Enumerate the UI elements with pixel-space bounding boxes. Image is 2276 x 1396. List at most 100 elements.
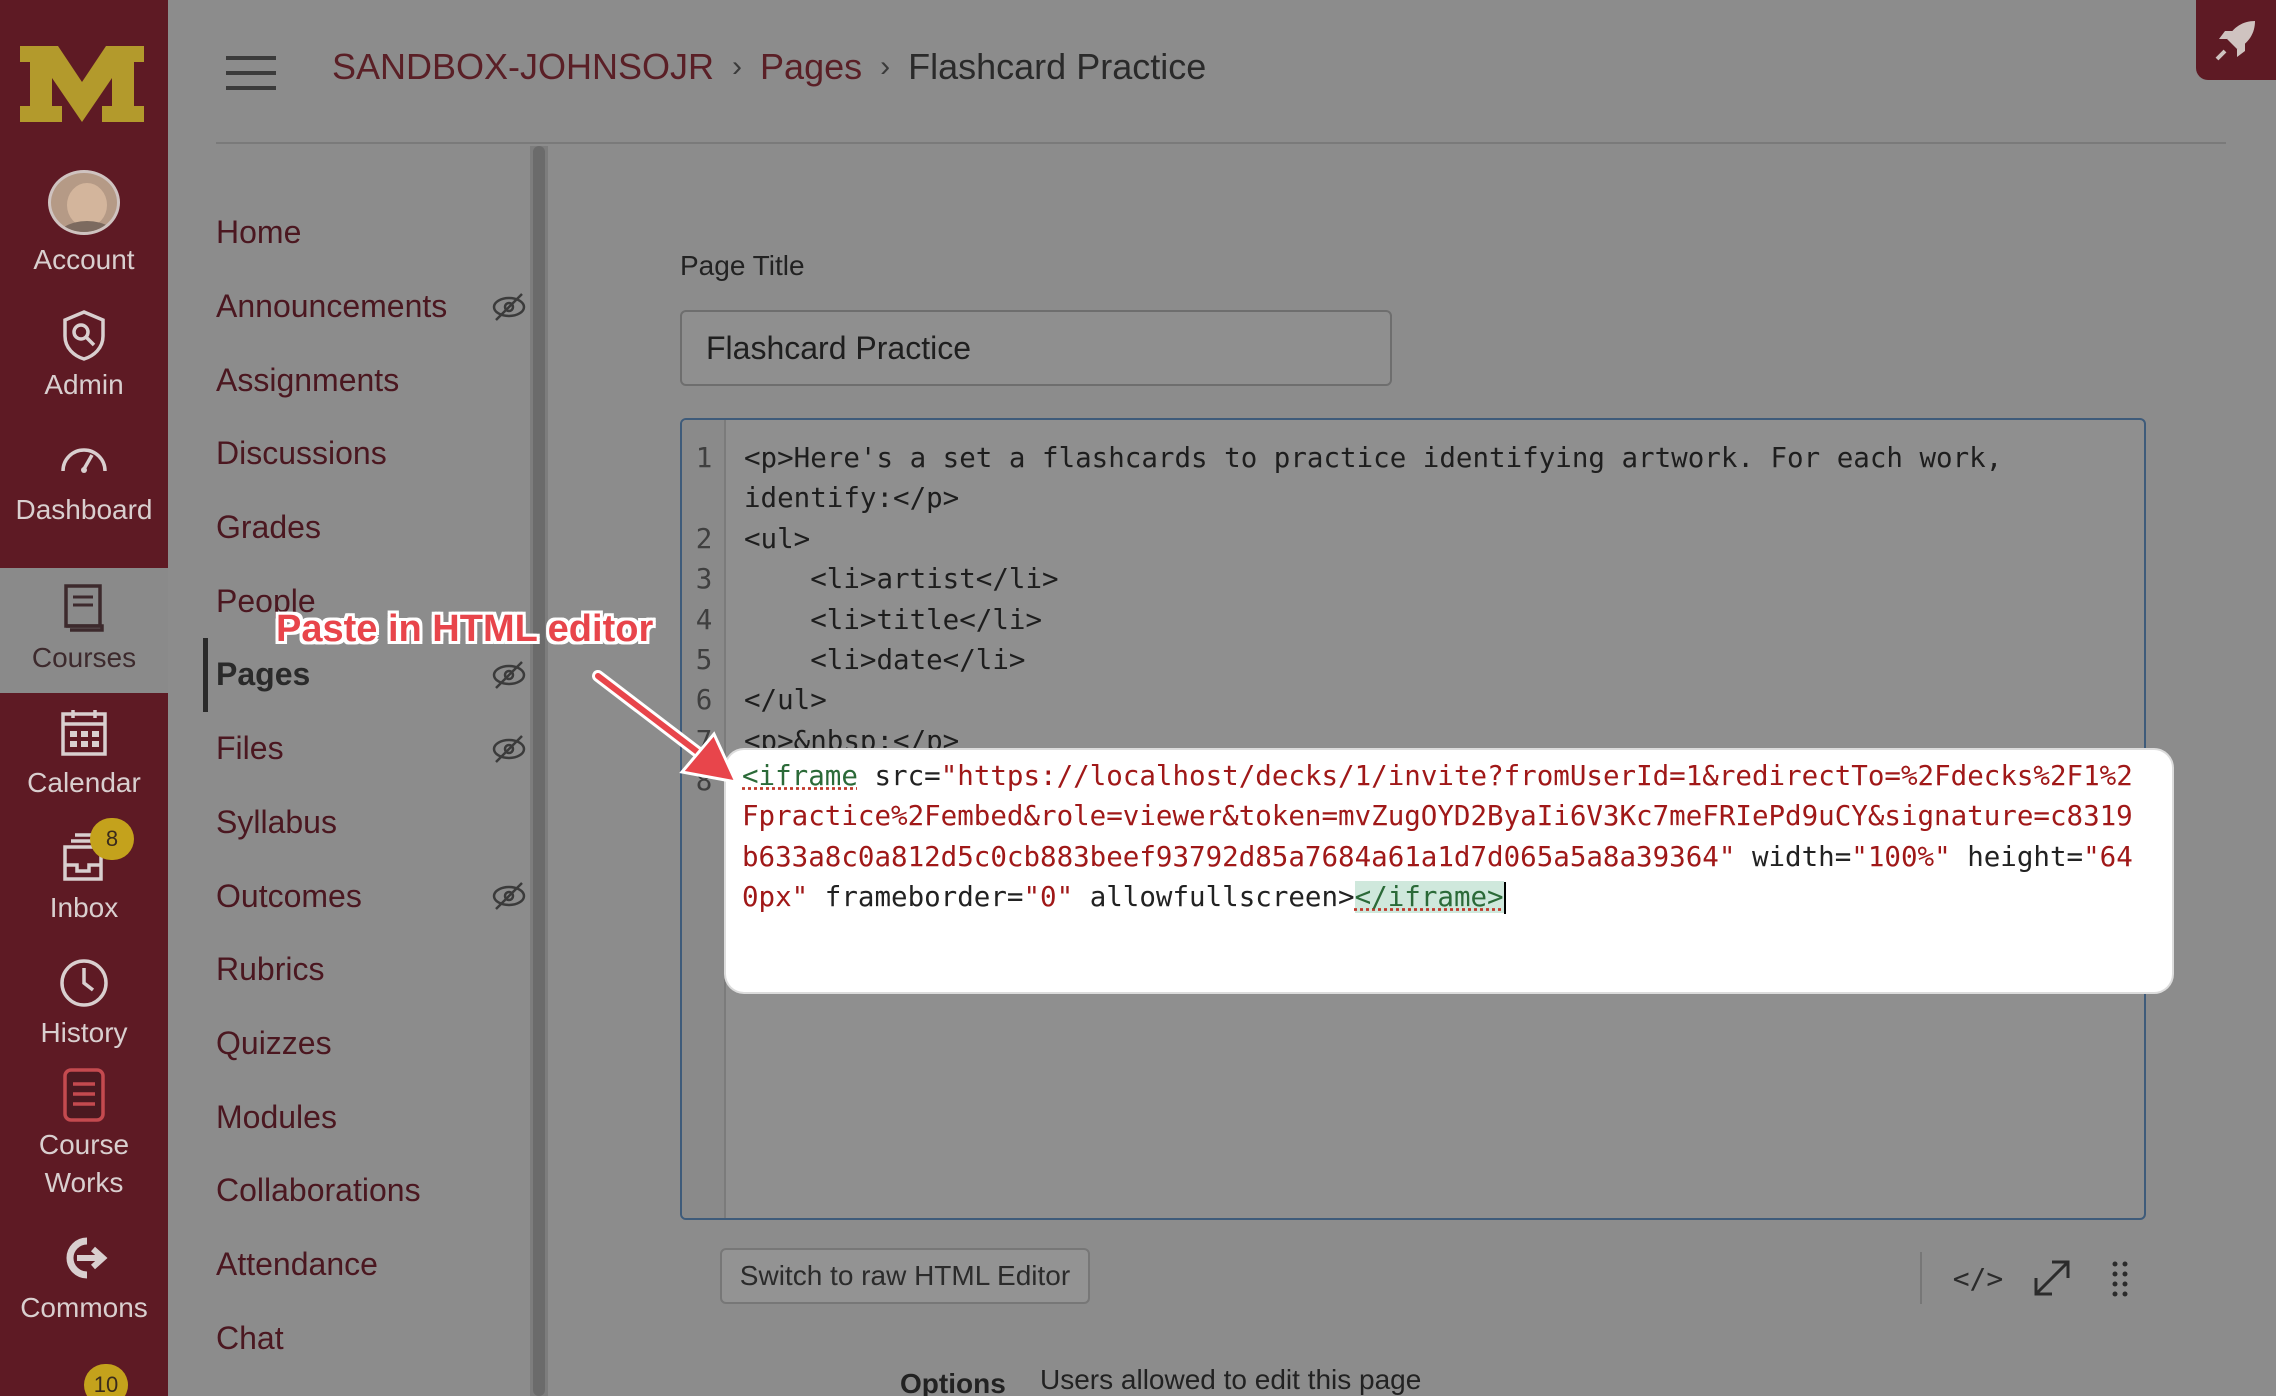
code-text: identify:</p> bbox=[744, 482, 960, 515]
global-nav-label: Account bbox=[33, 244, 135, 275]
calendar-icon bbox=[61, 710, 107, 756]
code-content[interactable]: 1 <p>Here's a set a flashcards to practic… bbox=[696, 438, 2134, 797]
code-text: <ul> bbox=[744, 522, 811, 555]
code-line: 4 <li>title</li> bbox=[696, 600, 2134, 640]
code-view-toggle-icon[interactable]: </> bbox=[1948, 1252, 2008, 1304]
course-nav-label: Outcomes bbox=[216, 877, 362, 914]
iframe-frameborder-value: "0" bbox=[1023, 881, 1074, 914]
code-text: <li>date</li> bbox=[744, 644, 1026, 677]
annotation-arrow-icon bbox=[592, 670, 739, 785]
toolbar-divider bbox=[1920, 1252, 1922, 1304]
global-nav-courseworks[interactable]: Course Works bbox=[0, 1068, 168, 1218]
global-nav-label: Inbox bbox=[49, 892, 119, 923]
global-nav-dashboard[interactable]: Dashboard bbox=[0, 420, 168, 545]
hidden-eye-icon bbox=[492, 734, 526, 763]
course-nav-rubrics[interactable]: Rubrics bbox=[216, 933, 526, 1007]
iframe-height-attr: height= bbox=[1950, 840, 2084, 873]
course-nav-label: Files bbox=[216, 730, 284, 767]
resize-handle-icon[interactable] bbox=[2100, 1252, 2140, 1304]
course-nav-outcomes[interactable]: Outcomes bbox=[216, 859, 526, 933]
code-text: <p>Here's a set a flashcards to practice… bbox=[744, 442, 2003, 474]
courses-icon bbox=[64, 584, 104, 632]
global-nav-inbox[interactable]: Inbox 8 bbox=[0, 818, 168, 943]
global-nav-label: Course Works bbox=[38, 1129, 130, 1198]
hamburger-menu-icon[interactable] bbox=[226, 56, 276, 90]
bottom-badge: 10 bbox=[84, 1364, 128, 1396]
switch-raw-html-editor-button[interactable]: Switch to raw HTML Editor bbox=[720, 1248, 1090, 1304]
course-nav-label: Modules bbox=[216, 1098, 337, 1135]
course-nav-label: Announcements bbox=[216, 288, 448, 325]
global-nav-account[interactable]: Account bbox=[0, 170, 168, 295]
global-nav-label: Dashboard bbox=[15, 494, 153, 525]
hidden-eye-icon bbox=[492, 661, 526, 690]
course-nav-label: Rubrics bbox=[216, 951, 325, 988]
iframe-allowfullscreen-attr: allowfullscreen> bbox=[1073, 881, 1355, 914]
course-nav-chat[interactable]: Chat bbox=[216, 1301, 526, 1375]
global-nav: Account Admin Dashboard Courses Calendar… bbox=[0, 0, 168, 1396]
university-logo[interactable] bbox=[14, 38, 150, 130]
rocket-icon[interactable] bbox=[2196, 0, 2276, 80]
code-text: </ul> bbox=[744, 684, 827, 717]
global-nav-label: Commons bbox=[20, 1292, 148, 1323]
course-nav-assignments[interactable]: Assignments bbox=[216, 343, 526, 417]
course-nav-quizzes[interactable]: Quizzes bbox=[216, 1007, 526, 1081]
course-nav-scrollbar[interactable] bbox=[530, 146, 548, 1396]
course-nav-label: Syllabus bbox=[216, 803, 337, 840]
fullscreen-icon[interactable] bbox=[2026, 1252, 2078, 1304]
code-line: 5 <li>date</li> bbox=[696, 640, 2134, 680]
scrollbar-thumb[interactable] bbox=[533, 146, 545, 1396]
commons-icon bbox=[66, 1237, 108, 1279]
global-nav-history[interactable]: History bbox=[0, 943, 168, 1068]
course-nav-label: Quizzes bbox=[216, 1024, 332, 1061]
course-nav-discussions[interactable]: Discussions bbox=[216, 417, 526, 491]
pasted-iframe-code[interactable]: <iframe src="https://localhost/decks/1/i… bbox=[742, 756, 2142, 918]
line-number: 3 bbox=[695, 563, 713, 596]
breadcrumb: SANDBOX-JOHNSOJR › Pages › Flashcard Pra… bbox=[332, 46, 1206, 88]
global-nav-label: Calendar bbox=[27, 767, 141, 798]
course-nav-announcements[interactable]: Announcements bbox=[216, 270, 526, 344]
clock-icon bbox=[60, 959, 108, 1007]
global-nav-calendar[interactable]: Calendar bbox=[0, 693, 168, 818]
page-header: SANDBOX-JOHNSOJR › Pages › Flashcard Pra… bbox=[216, 0, 2226, 144]
text-cursor bbox=[1503, 882, 1506, 915]
hidden-eye-icon bbox=[492, 292, 526, 321]
course-nav-label: Collaborations bbox=[216, 1172, 421, 1209]
iframe-src-attr: src= bbox=[857, 760, 941, 792]
course-nav-modules[interactable]: Modules bbox=[216, 1080, 526, 1154]
iframe-width-value: "100%" bbox=[1851, 840, 1951, 873]
global-nav-commons[interactable]: Commons bbox=[0, 1218, 168, 1343]
course-nav-grades[interactable]: Grades bbox=[216, 491, 526, 565]
course-nav-label: Assignments bbox=[216, 361, 400, 398]
dashboard-icon bbox=[61, 448, 107, 473]
course-nav-home[interactable]: Home bbox=[216, 196, 526, 270]
breadcrumb-course[interactable]: SANDBOX-JOHNSOJR bbox=[332, 46, 714, 88]
course-nav-attendance[interactable]: Attendance bbox=[216, 1228, 526, 1302]
code-line: identify:</p> bbox=[744, 478, 2134, 518]
code-line: 3 <li>artist</li> bbox=[696, 559, 2134, 599]
line-number: 4 bbox=[695, 603, 713, 636]
course-nav-files[interactable]: Files bbox=[216, 712, 526, 786]
course-nav-label: Discussions bbox=[216, 435, 387, 472]
course-nav-label: Grades bbox=[216, 509, 321, 546]
options-label: Options bbox=[900, 1368, 1006, 1396]
course-nav-collaborations[interactable]: Collaborations bbox=[216, 1154, 526, 1228]
global-nav-courses[interactable]: Courses bbox=[0, 568, 168, 693]
breadcrumb-separator-icon: › bbox=[880, 50, 891, 83]
code-line: 6 </ul> bbox=[696, 680, 2134, 720]
course-nav-label: Chat bbox=[216, 1319, 284, 1356]
page-title-input[interactable] bbox=[680, 310, 1392, 386]
breadcrumb-current: Flashcard Practice bbox=[908, 46, 1207, 87]
iframe-width-attr: width= bbox=[1735, 840, 1852, 873]
courseworks-icon bbox=[63, 1068, 105, 1122]
line-number: 2 bbox=[695, 522, 713, 555]
annotation-label: Paste in HTML editor bbox=[276, 608, 654, 650]
course-nav-syllabus[interactable]: Syllabus bbox=[216, 786, 526, 860]
hidden-eye-icon bbox=[492, 882, 526, 911]
global-nav-label: Admin bbox=[44, 369, 124, 400]
global-nav-label: History bbox=[40, 1017, 128, 1048]
iframe-close-tag: </iframe> bbox=[1354, 881, 1504, 914]
course-nav-label: Home bbox=[216, 214, 302, 251]
code-text: <li>artist</li> bbox=[744, 563, 1059, 596]
global-nav-admin[interactable]: Admin bbox=[0, 295, 168, 420]
breadcrumb-pages[interactable]: Pages bbox=[760, 46, 862, 88]
